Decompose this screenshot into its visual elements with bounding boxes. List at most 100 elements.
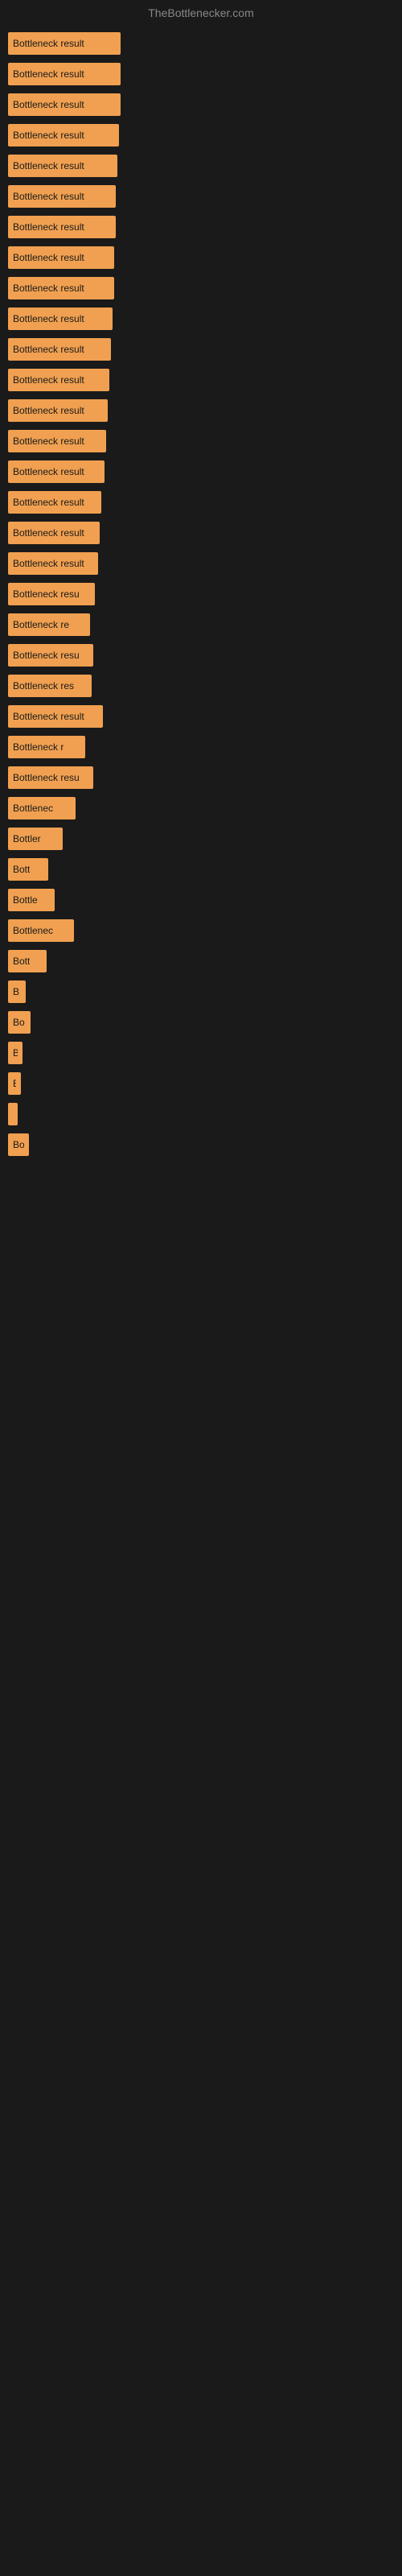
bottleneck-bar: Bottleneck r bbox=[8, 736, 85, 758]
bottleneck-bar: Bottleneck result bbox=[8, 460, 105, 483]
bar-item: Bottleneck result bbox=[8, 274, 394, 303]
bar-item: Bottleneck result bbox=[8, 90, 394, 119]
bottleneck-bar: B bbox=[8, 1042, 23, 1064]
bar-item: B bbox=[8, 1069, 394, 1098]
bottleneck-bar: B bbox=[8, 1072, 21, 1095]
bar-label: Bottleneck result bbox=[13, 558, 84, 569]
bar-label: Bottleneck r bbox=[13, 741, 64, 753]
bar-label: Bo bbox=[13, 1017, 25, 1028]
bar-item: Bottleneck resu bbox=[8, 580, 394, 609]
bar-item: Bo bbox=[8, 1130, 394, 1159]
bar-item: Bottleneck result bbox=[8, 457, 394, 486]
bottleneck-bar: Bottler bbox=[8, 828, 63, 850]
bar-label: Bottleneck res bbox=[13, 680, 74, 691]
bar-item: Bottleneck result bbox=[8, 488, 394, 517]
bar-item: Bottleneck result bbox=[8, 60, 394, 89]
bar-label: Bottleneck result bbox=[13, 344, 84, 355]
bar-item: Bottleneck res bbox=[8, 671, 394, 700]
bar-item: Bottleneck result bbox=[8, 243, 394, 272]
bottleneck-bar: Bottleneck result bbox=[8, 63, 121, 85]
bar-label: Bottleneck result bbox=[13, 436, 84, 447]
bar-label: Bottleneck result bbox=[13, 191, 84, 202]
bottleneck-bar: Bottleneck result bbox=[8, 369, 109, 391]
bar-label: Bottleneck result bbox=[13, 497, 84, 508]
bar-label: Bottlenec bbox=[13, 925, 53, 936]
bottleneck-bar: Bottleneck result bbox=[8, 155, 117, 177]
bar-item: B bbox=[8, 1038, 394, 1067]
bar-label: Bottleneck result bbox=[13, 68, 84, 80]
bar-item: Bottleneck result bbox=[8, 427, 394, 456]
bottleneck-bar: Bottleneck res bbox=[8, 675, 92, 697]
bottleneck-bar: Bo bbox=[8, 1133, 29, 1156]
bottleneck-bar: Bottleneck result bbox=[8, 338, 111, 361]
bar-label: Bottler bbox=[13, 833, 41, 844]
bar-item: Bottleneck result bbox=[8, 365, 394, 394]
bottleneck-bar: Bottlenec bbox=[8, 797, 76, 819]
bottleneck-bar: Bottleneck result bbox=[8, 430, 106, 452]
bottleneck-bar: Bottleneck result bbox=[8, 124, 119, 147]
bottleneck-bar: Bott bbox=[8, 858, 48, 881]
bar-label: Bottleneck result bbox=[13, 252, 84, 263]
bottleneck-bar: I bbox=[8, 1103, 18, 1125]
bar-label: B bbox=[13, 1047, 18, 1059]
bar-item: Bottleneck result bbox=[8, 335, 394, 364]
bottleneck-bar: Bottleneck result bbox=[8, 491, 101, 514]
bar-item: Bottleneck result bbox=[8, 182, 394, 211]
bar-label: Bottleneck result bbox=[13, 374, 84, 386]
bar-item: Bo bbox=[8, 1008, 394, 1037]
bar-item: Bottleneck resu bbox=[8, 763, 394, 792]
bar-item: Bottlenec bbox=[8, 916, 394, 945]
bottleneck-bar: Bottleneck re bbox=[8, 613, 90, 636]
bar-label: Bottlenec bbox=[13, 803, 53, 814]
bottleneck-bar: Bottleneck result bbox=[8, 705, 103, 728]
site-title: TheBottlenecker.com bbox=[0, 0, 402, 23]
bars-container: Bottleneck result Bottleneck result Bottle… bbox=[0, 23, 402, 1167]
bar-label: Bottle bbox=[13, 894, 38, 906]
bottleneck-bar: Bottleneck result bbox=[8, 522, 100, 544]
bottleneck-bar: Bottleneck result bbox=[8, 277, 114, 299]
bar-label: Bottleneck resu bbox=[13, 588, 80, 600]
bar-label: Bottleneck result bbox=[13, 160, 84, 171]
bar-item: Bottleneck re bbox=[8, 610, 394, 639]
bar-label: Bottleneck result bbox=[13, 313, 84, 324]
bar-label: Bottleneck result bbox=[13, 38, 84, 49]
bar-label: Bottleneck result bbox=[13, 405, 84, 416]
bottleneck-bar: Bottleneck resu bbox=[8, 644, 93, 667]
bar-item: Bottler bbox=[8, 824, 394, 853]
bar-item: Bottleneck r bbox=[8, 733, 394, 762]
bar-item: Bottlenec bbox=[8, 794, 394, 823]
bottleneck-bar: Bottleneck resu bbox=[8, 583, 95, 605]
bar-item: Bottle bbox=[8, 886, 394, 914]
bottleneck-bar: Bottle bbox=[8, 889, 55, 911]
bar-item: Bottleneck result bbox=[8, 121, 394, 150]
bar-label: Bottleneck result bbox=[13, 130, 84, 141]
bar-item: I bbox=[8, 1100, 394, 1129]
bar-item: Bottleneck result bbox=[8, 151, 394, 180]
bar-label: Bottleneck result bbox=[13, 221, 84, 233]
bar-item: Bottleneck result bbox=[8, 29, 394, 58]
bar-item: B bbox=[8, 977, 394, 1006]
bar-label: Bottleneck re bbox=[13, 619, 69, 630]
bar-label: Bottleneck resu bbox=[13, 650, 80, 661]
bar-label: B bbox=[13, 986, 19, 997]
bar-item: Bottleneck result bbox=[8, 304, 394, 333]
bottleneck-bar: Bo bbox=[8, 1011, 31, 1034]
bar-label: Bottleneck result bbox=[13, 466, 84, 477]
bottleneck-bar: Bottleneck result bbox=[8, 32, 121, 55]
bar-label: Bottleneck result bbox=[13, 527, 84, 539]
bar-label: Bottleneck resu bbox=[13, 772, 80, 783]
bottleneck-bar: Bottlenec bbox=[8, 919, 74, 942]
bar-item: Bottleneck result bbox=[8, 213, 394, 242]
bar-label: Bo bbox=[13, 1139, 24, 1150]
bar-item: Bott bbox=[8, 855, 394, 884]
bottleneck-bar: Bottleneck result bbox=[8, 93, 121, 116]
bar-label: Bottleneck result bbox=[13, 99, 84, 110]
bar-item: Bottleneck result bbox=[8, 396, 394, 425]
bottleneck-bar: Bottleneck result bbox=[8, 246, 114, 269]
bar-item: Bott bbox=[8, 947, 394, 976]
bar-label: Bott bbox=[13, 956, 30, 967]
bottleneck-bar: B bbox=[8, 980, 26, 1003]
bar-item: Bottleneck result bbox=[8, 702, 394, 731]
bar-label: Bottleneck result bbox=[13, 283, 84, 294]
bar-item: Bottleneck resu bbox=[8, 641, 394, 670]
